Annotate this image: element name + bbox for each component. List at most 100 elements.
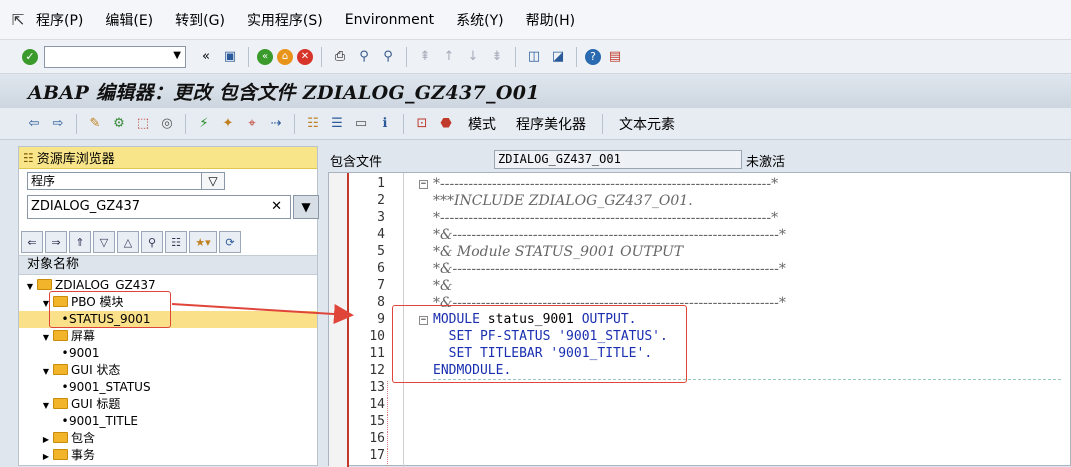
collapse-icon[interactable]: « [196,47,216,67]
folder-icon [53,330,68,341]
tree-folder[interactable]: ▼ GUI 状态 [19,362,317,379]
menu-exit-icon[interactable]: ⇱ [0,11,36,29]
object-name-dropdown-icon[interactable]: ▼ [293,195,319,219]
expand-icon[interactable]: ▽ [93,231,115,253]
activation-status: 未激活 [746,155,786,170]
line-marker [387,415,393,432]
favorites-icon[interactable]: ★▾ [189,231,217,253]
exit-icon[interactable]: ⌂ [277,48,293,65]
display-list-icon[interactable]: ☰ [327,114,347,134]
stop-icon[interactable]: ⬣ [436,114,456,134]
separator [185,113,186,134]
fold-toggle-icon[interactable]: − [419,180,428,189]
menu-goto[interactable]: 转到(G) [175,10,225,30]
object-list-icon[interactable]: ☷ [303,114,323,134]
collapse-arrow-icon[interactable]: ▶ [41,448,51,465]
separator [576,46,577,67]
separator [76,113,77,134]
refresh-icon[interactable]: ⟳ [219,231,241,253]
navigator-toolbar: ⇐ ⇒ ⇑ ▽ △ ⚲ ☷ ★▾ ⟳ [21,231,243,255]
tree-folder[interactable]: ▼ 屏幕 [19,328,317,345]
tree-folder[interactable]: ▶ 包含 [19,430,317,447]
tree-item-label: 事务 [71,448,96,462]
chevron-down-icon[interactable]: ▼ [173,50,181,61]
mode-button[interactable]: 模式 [468,114,496,134]
include-name-field: ZDIALOG_GZ437_O01 [494,150,742,169]
folder-icon [53,449,68,460]
up-icon[interactable]: ⇑ [69,231,91,253]
where-used-icon[interactable]: ⌖ [242,114,262,134]
tree-item-label: 9001_TITLE [69,414,139,428]
line-number: 4 [377,227,385,242]
object-type-dropdown-icon[interactable]: ▽ [201,172,225,190]
repository-browser-header[interactable]: ☷ 资源库浏览器 [19,147,317,169]
forward-arrow-icon[interactable]: ⇨ [48,114,68,134]
check-icon[interactable]: ◎ [157,114,177,134]
menu-program[interactable]: 程序(P) [36,10,83,30]
command-field[interactable]: ▼ [44,45,186,68]
back-icon[interactable]: « [257,48,273,65]
save-icon[interactable]: ▣ [220,47,240,67]
enter-icon[interactable]: ✓ [22,48,38,65]
page-title: ABAP 编辑器：更改 包含文件 ZDIALOG_GZ437_O01 [28,81,540,104]
previous-page-icon[interactable]: ↑ [439,47,459,67]
menu-edit[interactable]: 编辑(E) [105,10,153,30]
expand-arrow-icon[interactable]: ▼ [25,278,35,295]
object-name-input[interactable]: ZDIALOG_GZ437 ✕ [27,195,291,219]
line-marker [387,449,393,466]
first-page-icon[interactable]: ⇞ [415,47,435,67]
tree-leaf[interactable]: •9001_STATUS [19,379,317,396]
bullet-icon: • [61,414,69,428]
pretty-printer-button[interactable]: 程序美化器 [516,114,586,134]
tree-leaf[interactable]: •9001_TITLE [19,413,317,430]
display-change-icon[interactable]: ✎ [85,114,105,134]
back-arrow-icon[interactable]: ⇦ [24,114,44,134]
folder-icon [53,432,68,443]
test-icon[interactable]: ✦ [218,114,238,134]
activate-icon[interactable]: ⚡ [194,114,214,134]
active-inactive-icon[interactable]: ⚙ [109,114,129,134]
collapse-arrow-icon[interactable]: ▶ [41,431,51,448]
collapse-icon[interactable]: △ [117,231,139,253]
last-page-icon[interactable]: ⇟ [487,47,507,67]
tree-leaf[interactable]: •9001 [19,345,317,362]
tree-folder[interactable]: ▶ 事务 [19,447,317,464]
annotation-arrow [171,303,354,324]
shortcut-icon[interactable]: ◪ [548,47,568,67]
line-marker [387,432,393,449]
menu-environment[interactable]: Environment [345,12,434,28]
tree-folder[interactable]: ▼ GUI 标题 [19,396,317,413]
back-icon[interactable]: ⇐ [21,231,43,253]
find-icon[interactable]: ⚲ [354,47,374,67]
text-elements-button[interactable]: 文本元素 [619,114,675,134]
menu-system[interactable]: 系统(Y) [456,10,503,30]
forward-icon[interactable]: ⇒ [45,231,67,253]
hierarchy-icon[interactable]: ☷ [165,231,187,253]
find-next-icon[interactable]: ⚲ [378,47,398,67]
help-icon[interactable]: ? [585,48,601,65]
tree-item-label: 包含 [71,431,96,445]
object-type-select[interactable]: 程序 [27,172,225,190]
print-icon[interactable]: ⎙ [330,47,350,67]
menu-utilities[interactable]: 实用程序(S) [247,10,323,30]
new-session-icon[interactable]: ◫ [524,47,544,67]
expand-arrow-icon[interactable]: ▼ [41,397,51,414]
window-icon[interactable]: ▭ [351,114,371,134]
layout-menu-icon[interactable]: ▤ [605,47,625,67]
navigate-icon[interactable]: ⇢ [266,114,286,134]
breakpoint-icon[interactable]: ⊡ [412,114,432,134]
next-page-icon[interactable]: ↓ [463,47,483,67]
menu-help[interactable]: 帮助(H) [526,10,575,30]
cancel-icon[interactable]: ✕ [297,48,313,65]
code-comment-line: *&--------------------------------------… [433,227,786,243]
expand-arrow-icon[interactable]: ▼ [41,363,51,380]
line-number: 1 [377,176,385,191]
include-label: 包含文件 [330,155,383,170]
other-object-icon[interactable]: ⬚ [133,114,153,134]
clear-icon[interactable]: ✕ [271,196,282,218]
expand-arrow-icon[interactable]: ▼ [41,329,51,346]
line-number: 2 [377,193,385,208]
line-number: 6 [377,261,385,276]
find-icon[interactable]: ⚲ [141,231,163,253]
info-icon[interactable]: ℹ [375,114,395,134]
